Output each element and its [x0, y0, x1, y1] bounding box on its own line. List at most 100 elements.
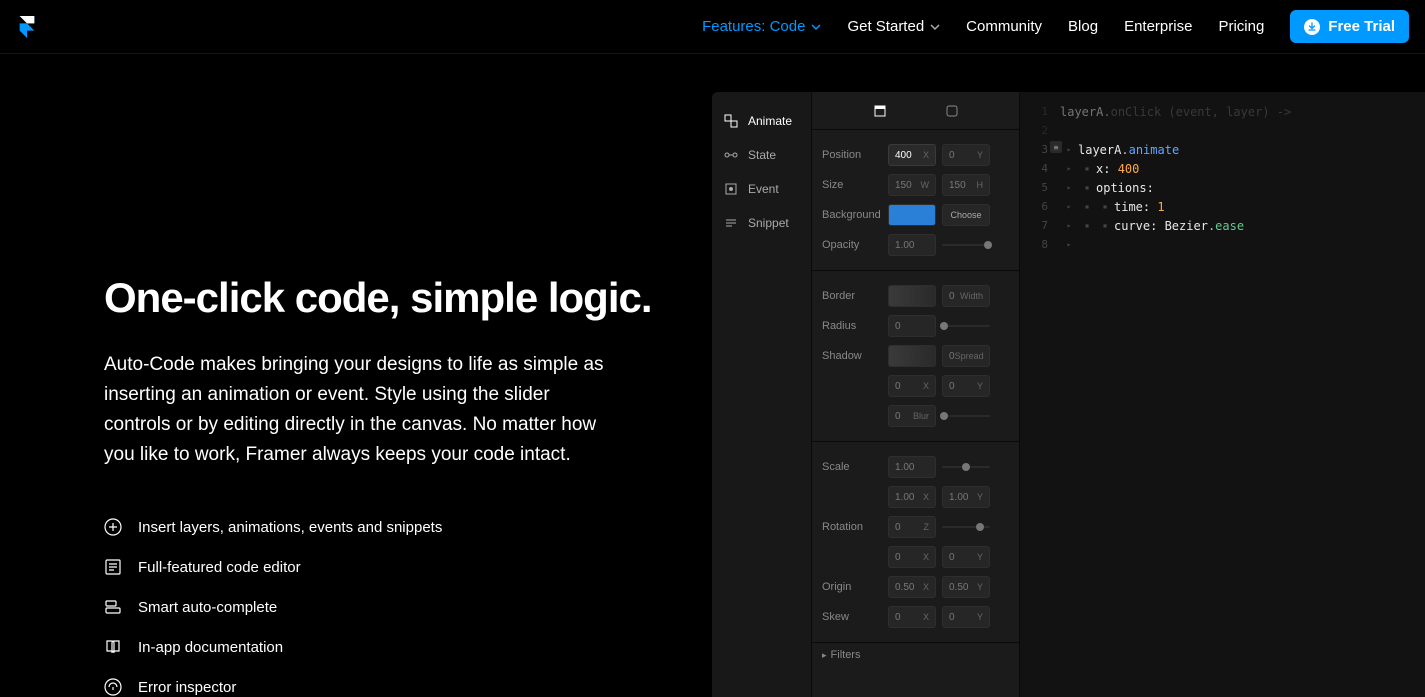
code-line[interactable]: 5options: — [1020, 178, 1425, 197]
hero: One-click code, simple logic. Auto-Code … — [0, 54, 712, 697]
code-text: time: 1 — [1114, 200, 1165, 214]
radius-slider[interactable] — [942, 315, 990, 337]
code-line[interactable]: 1layerA.onClick (event, layer) -> — [1020, 102, 1425, 121]
sidebar-item-label: Event — [748, 182, 779, 196]
hero-title: One-click code, simple logic. — [104, 274, 712, 322]
row-border: Border 0Width — [812, 281, 1019, 311]
fold-marker-icon — [1078, 202, 1096, 211]
row-rotation-xy: 0X 0Y — [812, 542, 1019, 572]
row-rotation: Rotation 0Z — [812, 512, 1019, 542]
properties-panel: Position 400X 0Y Size 150W 150H Backgrou… — [812, 92, 1020, 697]
scale-y-input[interactable]: 1.00Y — [942, 486, 990, 508]
position-x-input[interactable]: 400X — [888, 144, 936, 166]
nav-link-label: Pricing — [1218, 18, 1264, 35]
main: One-click code, simple logic. Auto-Code … — [0, 54, 1425, 697]
shadow-blur-input[interactable]: 0Blur — [888, 405, 936, 427]
hero-body: Auto-Code makes bringing your designs to… — [104, 350, 614, 470]
row-shadow-blur: 0Blur — [812, 401, 1019, 431]
chevron-down-icon — [811, 22, 821, 32]
fold-marker-icon — [1060, 202, 1078, 211]
fold-marker-icon — [1060, 183, 1078, 192]
nav-blog[interactable]: Blog — [1068, 18, 1098, 35]
feature-insert: Insert layers, animations, events and sn… — [104, 518, 712, 536]
autocomplete-icon — [104, 598, 122, 616]
feature-list: Insert layers, animations, events and sn… — [104, 518, 712, 696]
download-icon — [1304, 19, 1320, 35]
code-line[interactable]: 8 — [1020, 235, 1425, 254]
row-shadow: Shadow 0Spread — [812, 341, 1019, 371]
opacity-input[interactable]: 1.00 — [888, 234, 936, 256]
rotation-y-input[interactable]: 0Y — [942, 546, 990, 568]
shadow-spread-input[interactable]: 0Spread — [942, 345, 990, 367]
rotation-x-input[interactable]: 0X — [888, 546, 936, 568]
position-y-input[interactable]: 0Y — [942, 144, 990, 166]
shadow-x-input[interactable]: 0X — [888, 375, 936, 397]
skew-x-input[interactable]: 0X — [888, 606, 936, 628]
error-icon — [104, 678, 122, 696]
size-w-input[interactable]: 150W — [888, 174, 936, 196]
gutter-number: 7 — [1020, 219, 1060, 232]
snippet-icon — [724, 216, 738, 230]
sidebar-item-state[interactable]: State — [712, 138, 811, 172]
label-rotation: Rotation — [822, 521, 882, 533]
style-tab-icon[interactable] — [946, 105, 958, 117]
nav-left — [16, 16, 38, 38]
code-line[interactable]: 4x: 400 — [1020, 159, 1425, 178]
row-position: Position 400X 0Y — [812, 140, 1019, 170]
book-icon — [104, 638, 122, 656]
scale-slider[interactable] — [942, 456, 990, 478]
label-skew: Skew — [822, 611, 882, 623]
row-shadow-xy: 0X 0Y — [812, 371, 1019, 401]
background-swatch[interactable] — [888, 204, 936, 226]
shadow-y-input[interactable]: 0Y — [942, 375, 990, 397]
gutter-marker-icon[interactable] — [1050, 141, 1062, 153]
scale-x-input[interactable]: 1.00X — [888, 486, 936, 508]
code-line[interactable]: 6time: 1 — [1020, 197, 1425, 216]
layout-tab-icon[interactable] — [874, 105, 886, 117]
nav-enterprise[interactable]: Enterprise — [1124, 18, 1192, 35]
section-filters[interactable]: ▸Filters — [812, 643, 1019, 667]
scale-input[interactable]: 1.00 — [888, 456, 936, 478]
section-border: Border 0Width Radius 0 Shadow 0Spread 0X — [812, 271, 1019, 442]
origin-y-input[interactable]: 0.50Y — [942, 576, 990, 598]
background-choose-button[interactable]: Choose — [942, 204, 990, 226]
nav-link-label: Get Started — [847, 18, 924, 35]
border-swatch[interactable] — [888, 285, 936, 307]
rotation-z-input[interactable]: 0Z — [888, 516, 936, 538]
gutter-number: 8 — [1020, 238, 1060, 251]
nav-pricing[interactable]: Pricing — [1218, 18, 1264, 35]
nav-community[interactable]: Community — [966, 18, 1042, 35]
origin-x-input[interactable]: 0.50X — [888, 576, 936, 598]
nav-features-code[interactable]: Features: Code — [702, 18, 821, 35]
sidebar-item-label: Snippet — [748, 216, 789, 230]
opacity-slider[interactable] — [942, 234, 990, 256]
code-line[interactable]: 3layerA.animate — [1020, 140, 1425, 159]
radius-input[interactable]: 0 — [888, 315, 936, 337]
props-tabbar — [812, 92, 1019, 130]
gutter-number: 5 — [1020, 181, 1060, 194]
sidebar-item-snippet[interactable]: Snippet — [712, 206, 811, 240]
nav-right: Features: Code Get Started Community Blo… — [702, 10, 1409, 43]
skew-y-input[interactable]: 0Y — [942, 606, 990, 628]
feature-label: Error inspector — [138, 679, 236, 696]
rotation-slider[interactable] — [942, 516, 990, 538]
code-line[interactable]: 7curve: Bezier.ease — [1020, 216, 1425, 235]
free-trial-button[interactable]: Free Trial — [1290, 10, 1409, 43]
label-size: Size — [822, 179, 882, 191]
shadow-swatch[interactable] — [888, 345, 936, 367]
nav-get-started[interactable]: Get Started — [847, 18, 940, 35]
code-line[interactable]: 2 — [1020, 121, 1425, 140]
label-shadow: Shadow — [822, 350, 882, 362]
framer-logo-icon[interactable] — [16, 16, 38, 38]
plus-circle-icon — [104, 518, 122, 536]
code-editor[interactable]: 1layerA.onClick (event, layer) ->23layer… — [1020, 92, 1425, 697]
sidebar-item-event[interactable]: Event — [712, 172, 811, 206]
feature-label: Full-featured code editor — [138, 559, 301, 576]
shadow-blur-slider[interactable] — [942, 405, 990, 427]
border-width-input[interactable]: 0Width — [942, 285, 990, 307]
row-size: Size 150W 150H — [812, 170, 1019, 200]
size-h-input[interactable]: 150H — [942, 174, 990, 196]
chevron-down-icon — [930, 22, 940, 32]
feature-editor: Full-featured code editor — [104, 558, 712, 576]
sidebar-item-animate[interactable]: Animate — [712, 104, 811, 138]
